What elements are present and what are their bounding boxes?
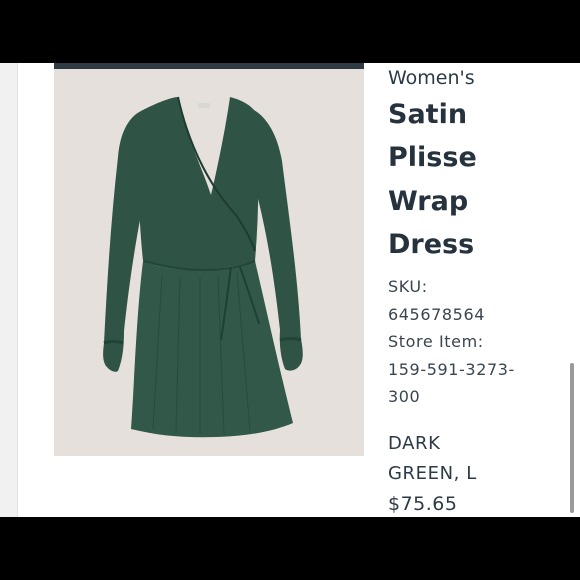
- sku-value: 645678564: [388, 305, 486, 324]
- color-line-2: GREEN, L: [388, 463, 477, 484]
- product-image[interactable]: [54, 69, 364, 456]
- color-line-1: DARK: [388, 433, 441, 454]
- vertical-scrollbar[interactable]: [570, 363, 574, 513]
- sku-label: SKU:: [388, 277, 428, 296]
- product-title-line-1: Satin: [388, 99, 468, 130]
- product-title-line-2: Plisse: [388, 142, 477, 173]
- screen: Women's Satin Plisse Wrap Dress SKU: 645…: [0, 0, 580, 580]
- price: $75.65: [388, 493, 458, 515]
- product-category: Women's: [388, 67, 475, 89]
- product-title-line-3: Wrap: [388, 186, 469, 217]
- product-page: Women's Satin Plisse Wrap Dress SKU: 645…: [0, 63, 580, 517]
- store-item-label: Store Item:: [388, 332, 484, 351]
- left-rail: [0, 63, 18, 517]
- dress-photo-icon: [103, 96, 303, 438]
- store-item-value-line-2: 300: [388, 387, 421, 406]
- store-item-value-line-1: 159-591-3273-: [388, 360, 515, 379]
- product-title-line-4: Dress: [388, 229, 475, 260]
